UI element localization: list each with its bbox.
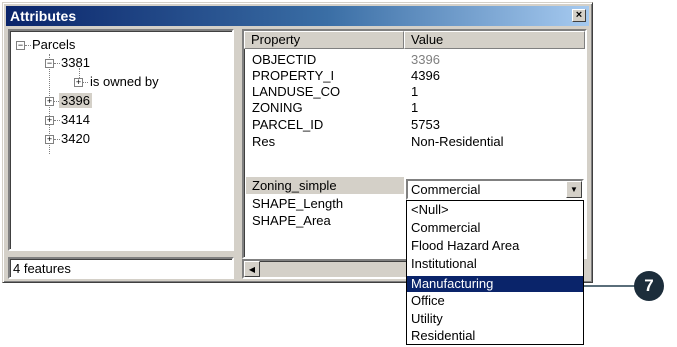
property-name: LANDUSE_CO	[252, 84, 341, 99]
property-name: OBJECTID	[252, 52, 317, 67]
property-value: 3396	[411, 52, 440, 67]
tree-node-parcels[interactable]: Parcels	[32, 36, 75, 54]
column-header-value[interactable]: Value	[404, 31, 585, 49]
arrow-left-icon: ◀	[248, 264, 256, 274]
plus-box-icon[interactable]: +	[74, 78, 83, 87]
property-name: ZONING	[252, 100, 303, 115]
combo-value: Commercial	[411, 182, 481, 197]
feature-count: 4 features	[13, 261, 71, 276]
tree-connector	[25, 45, 31, 46]
zoning-simple-combo[interactable]: Commercial ▼	[406, 179, 584, 200]
property-name: Res	[252, 134, 276, 149]
tree-connector	[54, 63, 60, 64]
dropdown-option[interactable]: <Null>	[407, 202, 583, 218]
property-name: PARCEL_ID	[252, 117, 324, 132]
dropdown-option[interactable]: Institutional	[407, 256, 583, 272]
scroll-left-button[interactable]: ◀	[244, 261, 260, 277]
step-callout-badge: 7	[634, 271, 664, 301]
value-dropdown-list[interactable]: <Null> Commercial Flood Hazard Area Inst…	[406, 200, 584, 345]
chevron-down-icon: ▼	[570, 185, 578, 194]
dropdown-option[interactable]: Office	[407, 293, 583, 309]
horizontal-scrollbar[interactable]: ◀	[242, 259, 408, 279]
property-value[interactable]: 4396	[411, 68, 440, 84]
plus-box-icon[interactable]: +	[45, 135, 54, 144]
dropdown-option[interactable]: Flood Hazard Area	[407, 238, 583, 254]
tree-node-3396[interactable]: 3396	[59, 92, 92, 110]
property-name: PROPERTY_I	[252, 68, 335, 83]
tree-node-3420[interactable]: 3420	[61, 130, 90, 148]
close-icon: ×	[575, 9, 583, 21]
property-name: SHAPE_Area	[252, 213, 331, 228]
tree-node-is-owned-by[interactable]: is owned by	[90, 73, 159, 91]
column-header-property[interactable]: Property	[244, 31, 404, 49]
tree-node-label: 3396	[59, 93, 92, 108]
window-title: Attributes	[10, 8, 77, 24]
property-name: Zoning_simple	[252, 178, 337, 193]
callout-leader-line	[584, 285, 637, 287]
tree-connector	[54, 139, 60, 140]
dropdown-option[interactable]: Residential	[407, 328, 583, 344]
dropdown-option-selected[interactable]: Manufacturing	[407, 276, 583, 292]
title-bar[interactable]: Attributes ×	[6, 6, 589, 26]
plus-box-icon[interactable]: +	[45, 97, 54, 106]
property-name: SHAPE_Length	[252, 196, 344, 211]
minus-box-icon[interactable]: −	[45, 59, 54, 68]
dropdown-button[interactable]: ▼	[566, 181, 582, 198]
property-value[interactable]: 1	[411, 84, 418, 100]
property-value[interactable]: Non-Residential	[411, 134, 504, 150]
tree-node-3414[interactable]: 3414	[61, 111, 90, 129]
feature-tree[interactable]: − Parcels − 3381 + is owned by + 3396 + …	[8, 29, 234, 251]
tree-connector	[83, 82, 88, 83]
tree-connector	[54, 120, 60, 121]
close-button[interactable]: ×	[572, 9, 586, 22]
plus-box-icon[interactable]: +	[45, 116, 54, 125]
status-bar: 4 features	[8, 257, 234, 279]
tree-node-3381[interactable]: 3381	[61, 54, 90, 72]
dropdown-option[interactable]: Utility	[407, 311, 583, 327]
property-value[interactable]: 1	[411, 100, 418, 116]
minus-box-icon[interactable]: −	[16, 41, 25, 50]
dropdown-option[interactable]: Commercial	[407, 220, 583, 236]
property-value[interactable]: 5753	[411, 117, 440, 133]
